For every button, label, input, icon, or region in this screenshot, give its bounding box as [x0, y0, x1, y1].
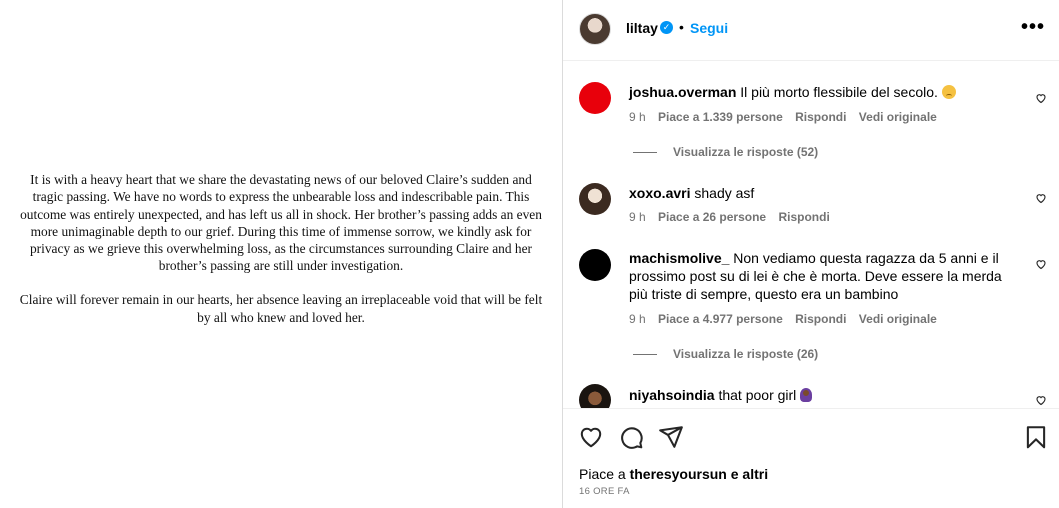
- commenter-username[interactable]: niyahsoindia: [629, 387, 715, 403]
- commenter-avatar[interactable]: [579, 384, 611, 408]
- comment-like-icon[interactable]: [1035, 258, 1047, 270]
- reply-button[interactable]: Rispondi: [795, 110, 846, 124]
- view-replies-button[interactable]: Visualizza le risposte (52): [633, 145, 818, 159]
- comment-like-icon[interactable]: [1035, 192, 1047, 204]
- woman-emoji-icon: [800, 388, 813, 402]
- comment-likes[interactable]: Piace a 26 persone: [658, 210, 766, 224]
- see-original-button[interactable]: Vedi originale: [859, 312, 937, 326]
- comment-likes[interactable]: Piace a 1.339 persone: [658, 110, 783, 124]
- commenter-username[interactable]: joshua.overman: [629, 84, 736, 100]
- comments-list[interactable]: joshua.overman Il più morto flessibile d…: [563, 62, 1059, 408]
- sad-face-emoji-icon: [941, 85, 956, 99]
- follow-button[interactable]: Segui: [690, 20, 728, 36]
- likes-user-link[interactable]: theresyoursun: [630, 466, 727, 482]
- more-options-icon[interactable]: •••: [1021, 16, 1045, 39]
- comment-text: shady asf: [694, 185, 755, 201]
- reply-button[interactable]: Rispondi: [778, 210, 829, 224]
- replies-line: [633, 354, 657, 356]
- heart-icon[interactable]: [578, 424, 604, 450]
- commenter-avatar[interactable]: [579, 82, 611, 114]
- post-header: liltay ✓ • Segui •••: [563, 0, 1059, 61]
- commenter-username[interactable]: xoxo.avri: [629, 185, 690, 201]
- header-separator: •: [679, 19, 684, 35]
- comment-like-icon[interactable]: [1035, 394, 1047, 406]
- author-username[interactable]: liltay: [626, 20, 658, 36]
- bookmark-icon[interactable]: [1023, 424, 1049, 450]
- comment-time: 9 h: [629, 210, 646, 224]
- comment-icon[interactable]: [618, 424, 644, 450]
- comment-likes[interactable]: Piace a 4.977 persone: [658, 312, 783, 326]
- post-timestamp[interactable]: 16 ORE FA: [579, 486, 630, 497]
- commenter-username[interactable]: machismolive_: [629, 250, 729, 266]
- replies-line: [633, 152, 657, 154]
- comment-text: that poor girl: [718, 387, 797, 403]
- actions-divider: [563, 408, 1059, 409]
- comment-text: Il più morto flessibile del secolo.: [740, 84, 938, 100]
- share-icon[interactable]: [658, 424, 684, 450]
- post-paragraph-1: It is with a heavy heart that we share t…: [20, 172, 542, 274]
- likes-suffix-link[interactable]: e altri: [731, 466, 768, 482]
- see-original-button[interactable]: Vedi originale: [859, 110, 937, 124]
- commenter-avatar[interactable]: [579, 183, 611, 215]
- post-paragraph-2: Claire will forever remain in our hearts…: [19, 292, 543, 325]
- view-replies-label: Visualizza le risposte (52): [673, 145, 819, 159]
- comment-like-icon[interactable]: [1035, 92, 1047, 104]
- verified-badge-icon: ✓: [660, 21, 673, 34]
- author-avatar[interactable]: [579, 13, 611, 45]
- view-replies-label: Visualizza le risposte (26): [673, 347, 819, 361]
- view-replies-button[interactable]: Visualizza le risposte (26): [633, 347, 818, 361]
- commenter-avatar[interactable]: [579, 249, 611, 281]
- comment-time: 9 h: [629, 312, 646, 326]
- post-statement: It is with a heavy heart that we share t…: [16, 171, 546, 343]
- comment-time: 9 h: [629, 110, 646, 124]
- likes-prefix: Piace a: [579, 466, 626, 482]
- reply-button[interactable]: Rispondi: [795, 312, 846, 326]
- comments-pane: liltay ✓ • Segui ••• joshua.overman Il p…: [563, 0, 1059, 508]
- post-likes: Piace a theresyoursun e altri: [579, 466, 768, 482]
- post-image: It is with a heavy heart that we share t…: [0, 0, 562, 508]
